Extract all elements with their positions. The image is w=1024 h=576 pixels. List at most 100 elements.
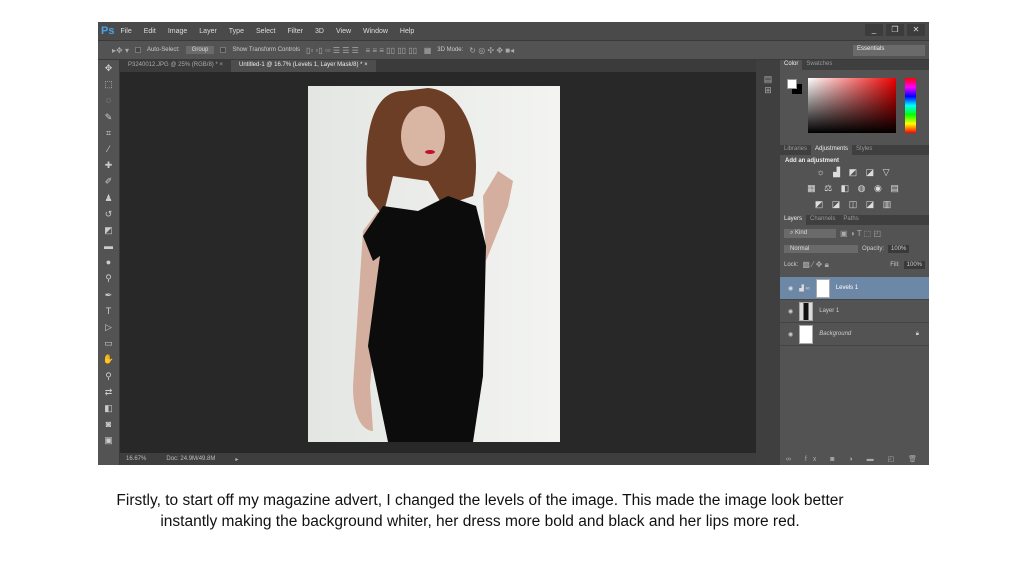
right-panels: Color Swatches Libraries Adjustments Sty… [780,60,929,465]
eye-icon[interactable]: ◉ [788,331,793,338]
workspace-select[interactable]: Essentials [853,45,925,56]
screen-mode-icon[interactable]: ▣ [98,432,119,448]
tab-swatches[interactable]: Swatches [802,60,836,70]
document-tabs: P3240012.JPG @ 25% (RGB/8) * × Untitled-… [120,60,756,72]
align-icons[interactable]: ▯▫ ▫▯ ▫▫ ☰ ☰ ☰ ≡ ≡ ≡ ▯▯ ▯▯ ▯▯ ▦ [306,46,431,55]
group-select[interactable]: Group [185,46,215,54]
color-panel-tabs: Color Swatches [780,60,929,70]
color-swatches-icon[interactable]: ◧ [98,400,119,416]
foreground-color-swatch[interactable] [787,79,797,89]
menu-type[interactable]: Type [229,28,244,35]
tab-p3240012[interactable]: P3240012.JPG @ 25% (RGB/8) * × [120,60,231,72]
quick-mask-icon[interactable]: ◙ [98,416,119,432]
marquee-tool-icon[interactable]: ⬚ [98,76,119,92]
fill-input[interactable]: 100% [903,261,925,269]
menu-file[interactable]: File [120,28,131,35]
kind-filter-select[interactable]: ⌕ Kind [784,228,836,238]
dodge-tool-icon[interactable]: ⚲ [98,270,119,286]
stamp-tool-icon[interactable]: ♟ [98,190,119,206]
history-brush-icon[interactable]: ↺ [98,206,119,222]
menu-view[interactable]: View [336,28,351,35]
close-icon[interactable]: × [364,62,368,68]
tab-styles[interactable]: Styles [852,145,876,155]
layers-footer-icons[interactable]: ∞ fx ◙ ◑ ▬ ◰ 🗑︎ [780,455,929,463]
canvas-area[interactable] [120,72,756,453]
menu-layer[interactable]: Layer [199,28,217,35]
menu-window[interactable]: Window [363,28,388,35]
photoshop-logo: Ps [101,25,115,37]
healing-tool-icon[interactable]: ✚ [98,157,119,173]
menu-filter[interactable]: Filter [287,28,303,35]
shape-tool-icon[interactable]: ▭ [98,335,119,351]
layer-thumbnail [799,301,814,321]
tab-adjustments[interactable]: Adjustments [811,145,853,155]
opacity-input[interactable]: 100% [888,245,910,253]
lasso-tool-icon[interactable]: ◌ [98,92,119,108]
close-icon[interactable]: × [219,62,223,68]
tab-channels[interactable]: Channels [806,215,839,225]
menu-edit[interactable]: Edit [144,28,156,35]
blur-tool-icon[interactable]: ● [98,254,119,270]
show-transform-checkbox[interactable] [220,47,227,53]
path-select-icon[interactable]: ▷ [98,319,119,335]
minimize-button[interactable]: _ [865,24,883,36]
auto-select-checkbox[interactable] [134,47,141,53]
zoom-tool-icon[interactable]: ⚲ [98,368,119,384]
layer-row-levels-1[interactable]: ◉ ▟ ∞ Levels 1 [780,277,929,300]
close-button[interactable]: ✕ [907,24,925,36]
menu-select[interactable]: Select [256,28,275,35]
adjustment-icons[interactable]: ☼ ▟ ◩ ◪ ▽ ▦ ⚖ ◧ ◍ ◉ ▤ ◩ ◪ ◫ ◪ ▥ [785,164,924,212]
quick-select-tool-icon[interactable]: ✎ [98,109,119,125]
eraser-tool-icon[interactable]: ◩ [98,222,119,238]
history-panel-icon[interactable]: ▤ [756,74,780,85]
lock-label: Lock: [784,262,799,268]
eye-icon[interactable]: ◉ [788,308,793,315]
properties-panel-icon[interactable]: ⊞ [756,85,780,96]
photoshop-window: Ps File Edit Image Layer Type Select Fil… [98,22,929,465]
layer-filter-row: ⌕ Kind ▣ ◑ T ⬚ ◰ [780,225,929,241]
hand-tool-icon[interactable]: ✋ [98,351,119,367]
layer-name: Layer 1 [819,308,840,314]
crop-tool-icon[interactable]: ⌗ [98,125,119,141]
layer-mask-thumbnail [815,278,830,298]
layer-name: Background [819,331,852,337]
blend-row: Normal Opacity: 100% [780,241,929,257]
tab-layers[interactable]: Layers [780,215,807,225]
restore-button[interactable]: ❐ [886,24,904,36]
layer-row-layer-1[interactable]: ◉ Layer 1 [780,300,929,323]
swap-colors-icon[interactable]: ⇄ [98,384,119,400]
adjustments-panel: Add an adjustment ☼ ▟ ◩ ◪ ▽ ▦ ⚖ ◧ ◍ ◉ ▤ ◩ … [780,155,929,215]
pen-tool-icon[interactable]: ✒ [98,287,119,303]
lock-icons[interactable]: ▩ ⁄ ✥ 🔒︎ [802,260,829,270]
menu-3d[interactable]: 3D [315,28,324,35]
type-tool-icon[interactable]: T [98,303,119,319]
zoom-level[interactable]: 16.67% [126,456,146,462]
color-picker-field[interactable] [808,78,896,133]
tab-paths[interactable]: Paths [839,215,862,225]
tab-libraries[interactable]: Libraries [780,145,811,155]
menu-image[interactable]: Image [168,28,187,35]
fill-label: Fill: [890,262,900,268]
tab-color[interactable]: Color [780,60,803,70]
menu-help[interactable]: Help [400,28,414,35]
layer-row-background[interactable]: ◉ Background 🔒︎ [780,323,929,346]
move-tool-icon[interactable]: ✥ [98,60,119,76]
eye-icon[interactable]: ◉ [788,285,793,292]
tab-label: P3240012.JPG @ 25% (RGB/8) * [128,62,218,68]
blend-mode-select[interactable]: Normal [784,245,858,253]
status-bar: 16.67% Doc: 24.9M/49.8M ▸ [120,453,756,465]
move-tool-icon[interactable]: ▸✥ ▾ [112,46,129,55]
gradient-tool-icon[interactable]: ▬ [98,238,119,254]
status-arrow-icon[interactable]: ▸ [235,456,238,463]
layers-panel-tabs: Layers Channels Paths [780,215,929,225]
layers-list: ◉ ▟ ∞ Levels 1 ◉ Layer 1 ◉ Background 🔒︎ [780,277,929,346]
filter-icons[interactable]: ▣ ◑ T ⬚ ◰ [840,229,881,238]
tab-untitled-1[interactable]: Untitled-1 @ 16.7% (Levels 1, Layer Mask… [231,60,376,72]
brush-tool-icon[interactable]: ✐ [98,173,119,189]
lock-icon: 🔒︎ [915,330,919,337]
3d-mode-icons[interactable]: ↻ ◎ ✣ ✥ ■◂ [469,46,514,55]
eyedropper-tool-icon[interactable]: ⁄ [98,141,119,157]
hue-slider[interactable] [905,78,916,133]
opacity-label: Opacity: [862,246,885,252]
options-bar: ▸✥ ▾ Auto-Select: Group Show Transform C… [98,40,929,60]
